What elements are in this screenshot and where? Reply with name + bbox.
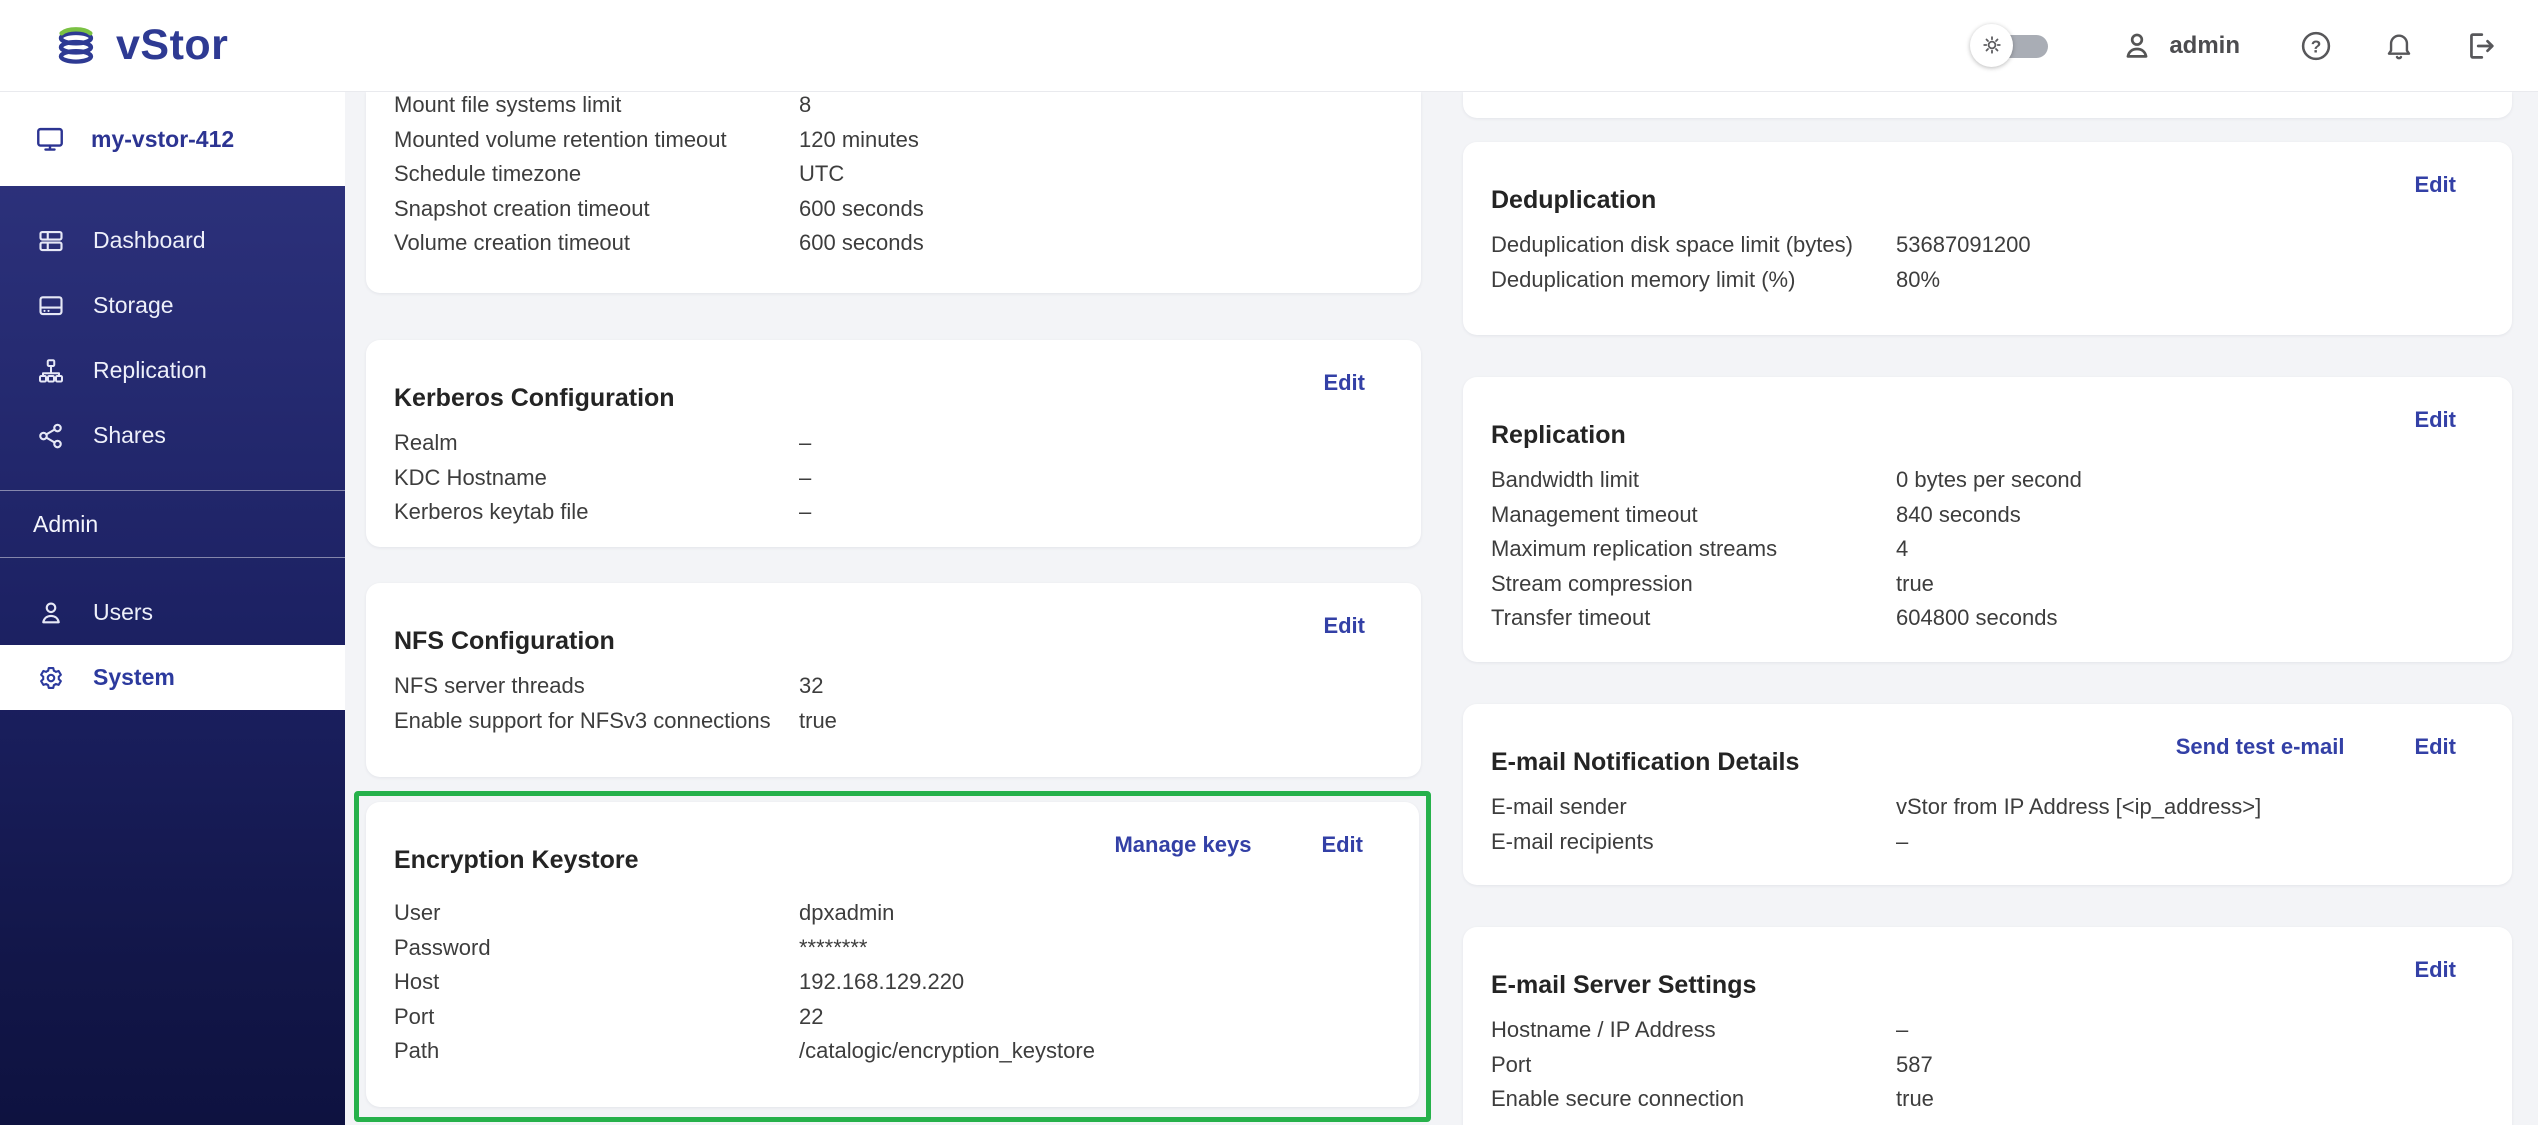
setting-row: Realm– (394, 426, 1393, 461)
help-icon[interactable]: ? (2298, 28, 2334, 64)
setting-row: Path/catalogic/encryption_keystore (394, 1034, 1391, 1069)
setting-row: Userdpxadmin (394, 896, 1391, 931)
share-icon (35, 421, 67, 451)
svg-text:?: ? (2311, 36, 2322, 56)
setting-row: Password******** (394, 931, 1391, 966)
user-icon (2120, 29, 2154, 63)
setting-row: Schedule timezoneUTC (394, 157, 1393, 192)
sidebar-item-label: System (93, 664, 175, 691)
card-title: NFS Configuration (394, 627, 615, 656)
setting-row: Mount file systems limit8 (394, 92, 1393, 123)
sidebar-item-label: Storage (93, 292, 174, 319)
replication-tree-icon (35, 356, 67, 386)
sidebar-item-label: Replication (93, 357, 207, 384)
email-server-settings-card: E-mail Server Settings Edit Hostname / I… (1463, 927, 2512, 1125)
storage-drive-icon (35, 291, 67, 321)
brand-name: vStor (116, 21, 228, 70)
sidebar-item-storage[interactable]: Storage (0, 273, 345, 338)
setting-row: Host192.168.129.220 (394, 965, 1391, 1000)
edit-button[interactable]: Edit (2414, 407, 2456, 433)
sidebar-item-replication[interactable]: Replication (0, 338, 345, 403)
sidebar-item-shares[interactable]: Shares (0, 403, 345, 468)
sidebar-item-dashboard[interactable]: Dashboard (0, 208, 345, 273)
vstor-logo-icon (52, 21, 102, 71)
sidebar: my-vstor-412 Dashboard Storage (0, 92, 345, 1125)
setting-row: NFS server threads32 (394, 669, 1393, 704)
setting-row: Snapshot creation timeout600 seconds (394, 192, 1393, 227)
setting-row: E-mail sendervStor from IP Address [<ip_… (1491, 790, 2484, 825)
monitor-icon (34, 123, 66, 155)
settings-content: Mount file systems limit8 Mounted volume… (345, 92, 2538, 1125)
setting-row: Deduplication memory limit (%)80% (1491, 263, 2484, 298)
sidebar-item-label: Dashboard (93, 227, 206, 254)
sun-icon (1970, 24, 2013, 67)
setting-row: Hostname / IP Address– (1491, 1013, 2484, 1048)
main-nav: Dashboard Storage (0, 186, 345, 468)
general-settings-card: Mount file systems limit8 Mounted volume… (366, 92, 1421, 293)
edit-button[interactable]: Edit (1321, 832, 1363, 858)
sidebar-item-device[interactable]: my-vstor-412 (0, 92, 345, 186)
setting-row: Deduplication disk space limit (bytes)53… (1491, 228, 2484, 263)
username-label: admin (2169, 32, 2240, 60)
setting-row: Volume creation timeout600 seconds (394, 226, 1393, 261)
nfs-configuration-card: NFS Configuration Edit NFS server thread… (366, 583, 1421, 777)
setting-row: Enable secure connectiontrue (1491, 1082, 2484, 1117)
clipped-card-bottom (1463, 92, 2512, 118)
dashboard-icon (35, 226, 67, 256)
setting-row: Bandwidth limit0 bytes per second (1491, 463, 2484, 498)
vstor-logo: vStor (52, 21, 228, 71)
user-menu[interactable]: admin (2120, 29, 2240, 63)
sidebar-item-label: Users (93, 599, 153, 626)
edit-button[interactable]: Edit (1323, 613, 1365, 639)
logout-icon[interactable] (2462, 28, 2498, 64)
setting-row: Management timeout840 seconds (1491, 498, 2484, 533)
deduplication-card: Deduplication Edit Deduplication disk sp… (1463, 142, 2512, 335)
gear-icon (35, 663, 67, 693)
notifications-bell-icon[interactable] (2382, 29, 2416, 63)
kerberos-configuration-card: Kerberos Configuration Edit Realm– KDC H… (366, 340, 1421, 547)
setting-row: Mounted volume retention timeout120 minu… (394, 123, 1393, 158)
sidebar-item-users[interactable]: Users (0, 580, 345, 645)
sidebar-item-system[interactable]: System (0, 645, 345, 710)
device-name: my-vstor-412 (91, 126, 234, 153)
replication-settings-card: Replication Edit Bandwidth limit0 bytes … (1463, 377, 2512, 662)
edit-button[interactable]: Edit (2414, 957, 2456, 983)
setting-row: SMTP Username (1491, 1117, 2484, 1125)
setting-row: E-mail recipients– (1491, 825, 2484, 860)
setting-row: KDC Hostname– (394, 461, 1393, 496)
admin-section-label: Admin (0, 491, 345, 557)
setting-row: Kerberos keytab file– (394, 495, 1393, 530)
setting-row: Transfer timeout604800 seconds (1491, 601, 2484, 636)
card-title: Deduplication (1491, 186, 1656, 215)
vstor-system-settings-page: { "brand": {"name": "vStor"}, "header": … (0, 0, 2538, 1125)
card-title: E-mail Server Settings (1491, 971, 1756, 1000)
person-icon (35, 598, 67, 628)
setting-row: Maximum replication streams4 (1491, 532, 2484, 567)
edit-button[interactable]: Edit (2414, 172, 2456, 198)
edit-button[interactable]: Edit (2414, 734, 2456, 760)
sidebar-item-label: Shares (93, 422, 166, 449)
manage-keys-button[interactable]: Manage keys (1114, 832, 1251, 858)
encryption-keystore-highlight-box: Encryption Keystore Manage keys Edit Use… (354, 791, 1431, 1122)
card-title: Kerberos Configuration (394, 384, 675, 413)
card-title: E-mail Notification Details (1491, 748, 1799, 777)
setting-row: Port587 (1491, 1048, 2484, 1083)
header-actions: admin ? (1970, 24, 2498, 68)
top-header: vStor admin ? (0, 0, 2538, 92)
theme-toggle[interactable] (1970, 24, 2070, 68)
setting-row: Port22 (394, 1000, 1391, 1035)
setting-row: Stream compressiontrue (1491, 567, 2484, 602)
setting-row: Enable support for NFSv3 connectionstrue (394, 704, 1393, 739)
edit-button[interactable]: Edit (1323, 370, 1365, 396)
admin-nav: Users System (0, 558, 345, 710)
email-notification-details-card: E-mail Notification Details Send test e-… (1463, 704, 2512, 885)
card-title: Replication (1491, 421, 1626, 450)
encryption-keystore-card: Encryption Keystore Manage keys Edit Use… (366, 802, 1419, 1107)
send-test-email-button[interactable]: Send test e-mail (2176, 734, 2345, 760)
card-title: Encryption Keystore (394, 846, 639, 875)
